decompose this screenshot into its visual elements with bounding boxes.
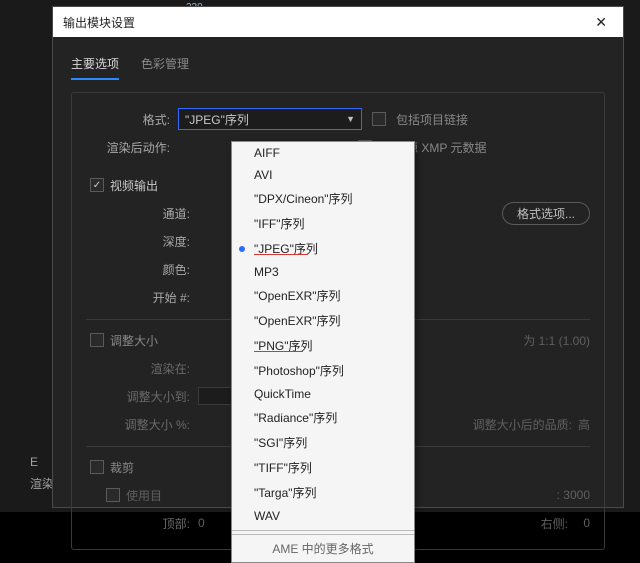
- resize-quality-label: 调整大小后的品质:: [473, 416, 572, 433]
- depth-label: 深度:: [106, 233, 198, 250]
- dropdown-item[interactable]: "PNG"序列: [232, 333, 414, 358]
- start-number-label: 开始 #:: [106, 289, 198, 306]
- crop-top-value: 0: [198, 516, 205, 530]
- resize-pct-label: 调整大小 %:: [106, 416, 198, 433]
- crop-right-label: 右侧:: [541, 515, 568, 532]
- dropdown-item[interactable]: "IFF"序列: [232, 211, 414, 236]
- dropdown-item[interactable]: "OpenEXR"序列: [232, 308, 414, 333]
- dropdown-item[interactable]: "OpenEXR"序列: [232, 283, 414, 308]
- crop-right-value: 0: [583, 516, 590, 530]
- dialog-title: 输出模块设置: [63, 14, 135, 31]
- video-output-label: 视频输出: [110, 177, 158, 194]
- channel-label: 通道:: [106, 205, 198, 222]
- crop-top-label: 顶部:: [106, 515, 198, 532]
- format-select[interactable]: "JPEG"序列 ▼: [178, 108, 362, 130]
- output-module-settings-dialog: 输出模块设置 ✕ 主要选项 色彩管理 格式: "JPEG"序列 ▼ 包括项目链接: [52, 6, 624, 508]
- chevron-down-icon: ▼: [346, 114, 355, 124]
- crop-checkbox[interactable]: [90, 460, 104, 474]
- format-label: 格式:: [86, 111, 178, 128]
- color-label: 颜色:: [106, 261, 198, 278]
- dialog-titlebar: 输出模块设置 ✕: [53, 7, 623, 37]
- dropdown-item[interactable]: "DPX/Cineon"序列: [232, 186, 414, 211]
- dropdown-item[interactable]: "Targa"序列: [232, 480, 414, 505]
- resize-quality-value: 高: [578, 416, 590, 433]
- format-options-button[interactable]: 格式选项...: [502, 202, 590, 225]
- include-project-link-label: 包括项目链接: [396, 111, 468, 128]
- crop-label: 裁剪: [110, 459, 134, 476]
- dropdown-more-formats[interactable]: AME 中的更多格式: [232, 534, 414, 562]
- resize-label: 调整大小: [110, 332, 158, 349]
- dropdown-item[interactable]: WAV: [232, 505, 414, 527]
- video-output-checkbox[interactable]: [90, 178, 104, 192]
- dropdown-item[interactable]: MP3: [232, 261, 414, 283]
- close-icon[interactable]: ✕: [589, 12, 613, 33]
- dropdown-item[interactable]: QuickTime: [232, 383, 414, 405]
- dropdown-item[interactable]: AVI: [232, 164, 414, 186]
- format-dropdown-list[interactable]: AIFFAVI"DPX/Cineon"序列"IFF"序列"JPEG"序列MP3"…: [231, 141, 415, 563]
- resize-to-label: 调整大小到:: [106, 388, 198, 405]
- dropdown-item[interactable]: "Photoshop"序列: [232, 358, 414, 383]
- post-action-label: 渲染后动作:: [86, 139, 178, 156]
- format-value: "JPEG"序列: [185, 111, 249, 128]
- lock-aspect-text: 为 1:1 (1.00): [523, 332, 590, 349]
- use-target-checkbox: [106, 488, 120, 502]
- resize-checkbox[interactable]: [90, 333, 104, 347]
- dropdown-item[interactable]: "TIFF"序列: [232, 455, 414, 480]
- tabs: 主要选项 色彩管理: [71, 55, 605, 80]
- dropdown-item[interactable]: "SGI"序列: [232, 430, 414, 455]
- final-size-text: : 3000: [557, 488, 590, 502]
- dropdown-item[interactable]: AIFF: [232, 142, 414, 164]
- use-target-label: 使用目: [126, 487, 162, 504]
- tab-color-management[interactable]: 色彩管理: [141, 55, 189, 80]
- include-project-link-checkbox[interactable]: [372, 112, 386, 126]
- render-at-label: 渲染在:: [106, 360, 198, 377]
- tab-main-options[interactable]: 主要选项: [71, 55, 119, 80]
- dropdown-item[interactable]: "Radiance"序列: [232, 405, 414, 430]
- dropdown-item[interactable]: "JPEG"序列: [232, 236, 414, 261]
